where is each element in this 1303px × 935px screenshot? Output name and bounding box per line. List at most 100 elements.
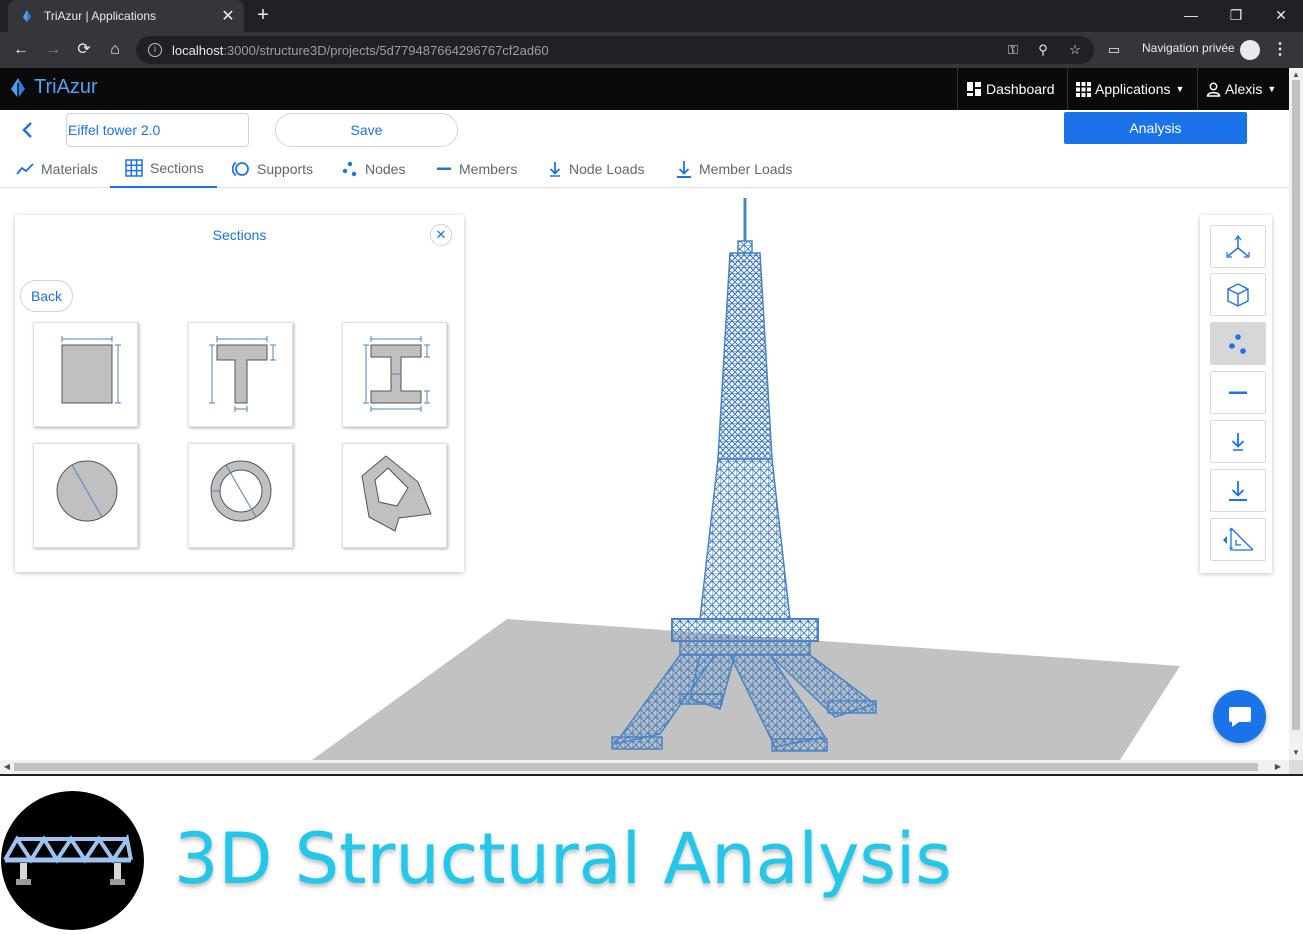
arrow-down-bar-icon — [676, 160, 692, 178]
horizontal-scrollbar[interactable]: ◀ ▶ — [0, 760, 1289, 774]
apps-grid-icon — [1076, 81, 1091, 97]
home-icon[interactable]: ⌂ — [104, 39, 126, 61]
grid-table-icon — [125, 159, 143, 177]
dimension-icon — [1223, 527, 1254, 551]
node-load-icon — [1231, 432, 1245, 451]
tab-nodes[interactable]: Nodes — [334, 150, 413, 188]
chat-button[interactable] — [1213, 690, 1266, 743]
app-header: TriAzur Dashboard Applications ▼ Alexis … — [0, 68, 1289, 110]
dashboard-icon — [967, 82, 981, 96]
tab-node-loads[interactable]: Node Loads — [540, 150, 653, 188]
chat-bubble-icon — [1228, 706, 1251, 727]
triazur-logo-icon — [11, 77, 25, 98]
tab-supports[interactable]: Supports — [224, 150, 321, 188]
nodes-view-button[interactable] — [1210, 322, 1266, 365]
browser-tab-bar: TriAzur | Applications ✕ + — ❐ ✕ — [0, 0, 1303, 32]
polygon-section-icon — [361, 455, 432, 532]
nav-applications[interactable]: Applications ▼ — [1067, 68, 1197, 110]
nav-dashboard-label: Dashboard — [986, 81, 1055, 97]
nodes-icon — [1229, 333, 1246, 354]
tab-nodes-label: Nodes — [365, 161, 406, 177]
i-section-icon — [363, 336, 430, 412]
chart-line-icon — [16, 162, 34, 176]
tab-members-label: Members — [459, 161, 518, 177]
browser-menu-icon[interactable]: ⋮ — [1272, 39, 1288, 61]
restore-icon[interactable]: ❐ — [1214, 2, 1258, 28]
url-omnibox[interactable]: i localhost:3000/structure3D/projects/5d… — [136, 36, 1094, 64]
nav-user[interactable]: Alexis ▼ — [1197, 68, 1289, 110]
axes-view-button[interactable] — [1210, 225, 1266, 268]
site-info-icon[interactable]: i — [148, 43, 162, 57]
back-nav-icon[interactable]: ← — [10, 39, 32, 61]
horizontal-scroll-thumb[interactable] — [14, 763, 1258, 771]
scroll-down-icon[interactable]: ▼ — [1289, 746, 1303, 760]
brand-name: TriAzur — [34, 76, 98, 98]
t-section-icon — [209, 336, 276, 412]
project-name-input[interactable] — [66, 113, 249, 147]
bookmark-star-icon[interactable]: ☆ — [1064, 36, 1086, 64]
browser-address-bar: ← → ⟳ ⌂ i localhost:3000/structure3D/pro… — [0, 32, 1303, 68]
user-icon — [1206, 82, 1221, 97]
minimize-icon[interactable]: — — [1169, 2, 1213, 28]
tab-materials[interactable]: Materials — [8, 150, 106, 188]
tab-title: TriAzur | Applications — [44, 9, 157, 23]
section-hollow-circle[interactable] — [188, 443, 293, 548]
scroll-left-icon[interactable]: ◀ — [0, 760, 14, 774]
circle-section-icon — [56, 460, 118, 522]
key-icon[interactable]: ⚿ — [1002, 36, 1024, 64]
cube-view-icon — [1227, 282, 1249, 307]
reload-icon[interactable]: ⟳ — [73, 39, 95, 61]
incognito-icon[interactable] — [1240, 40, 1260, 60]
hollow-circle-section-icon — [210, 460, 272, 522]
tab-sections[interactable]: Sections — [110, 150, 217, 188]
new-tab-icon[interactable]: + — [252, 4, 274, 26]
zoom-icon[interactable]: ⚲ — [1032, 36, 1054, 64]
browser-tab[interactable]: TriAzur | Applications ✕ — [8, 0, 244, 32]
forward-nav-icon[interactable]: → — [42, 39, 64, 61]
back-button[interactable]: Back — [20, 280, 73, 312]
arrow-down-load-icon — [548, 161, 562, 177]
close-icon[interactable]: ✕ — [430, 224, 452, 246]
member-load-view-button[interactable] — [1210, 469, 1266, 512]
view-toolbar — [1200, 215, 1272, 573]
footer-title: 3D Structural Analysis — [174, 818, 952, 900]
triazur-favicon-icon — [23, 10, 31, 22]
section-i-shape[interactable] — [342, 322, 447, 427]
tab-members[interactable]: Members — [428, 150, 525, 188]
support-ring-icon — [232, 161, 250, 177]
tab-member-loads[interactable]: Member Loads — [668, 150, 800, 188]
section-polygon[interactable] — [342, 443, 447, 548]
nav-dashboard[interactable]: Dashboard — [957, 68, 1067, 110]
save-button[interactable]: Save — [275, 113, 458, 147]
section-rectangle[interactable] — [33, 322, 138, 427]
scrollbar-corner — [1289, 760, 1303, 774]
window-close-icon[interactable]: ✕ — [1259, 2, 1303, 28]
tab-sections-label: Sections — [150, 160, 204, 176]
incognito-label: Navigation privée — [1142, 41, 1235, 55]
tab-supports-label: Supports — [257, 161, 314, 177]
tab-node-loads-label: Node Loads — [569, 161, 645, 177]
cube-view-button[interactable] — [1210, 273, 1266, 316]
cast-icon[interactable]: ▭ — [1104, 40, 1124, 60]
project-toolbar: Save Analysis — [0, 110, 1289, 150]
tab-member-loads-label: Member Loads — [699, 161, 793, 177]
node-load-view-button[interactable] — [1210, 420, 1266, 463]
panel-title: Sections — [212, 227, 267, 243]
section-t-shape[interactable] — [188, 322, 293, 427]
tab-close-icon[interactable]: ✕ — [218, 6, 238, 26]
tab-materials-label: Materials — [41, 161, 98, 177]
chevron-left-icon[interactable] — [20, 118, 40, 142]
dash-line-icon — [436, 167, 452, 171]
dimension-view-button[interactable] — [1210, 518, 1266, 561]
url-path: :3000/structure3D/projects/5d77948766429… — [223, 42, 549, 58]
analysis-button[interactable]: Analysis — [1064, 112, 1247, 144]
vertical-scrollbar[interactable]: ▲ ▼ — [1289, 68, 1303, 760]
caret-down-icon: ▼ — [1175, 84, 1185, 94]
section-circle[interactable] — [33, 443, 138, 548]
window-bottom-border — [0, 774, 1303, 776]
scroll-right-icon[interactable]: ▶ — [1271, 760, 1285, 774]
vertical-scroll-thumb[interactable] — [1292, 80, 1300, 730]
nav-user-label: Alexis — [1225, 81, 1263, 97]
member-view-button[interactable] — [1210, 371, 1266, 414]
brand[interactable]: TriAzur — [8, 76, 98, 99]
